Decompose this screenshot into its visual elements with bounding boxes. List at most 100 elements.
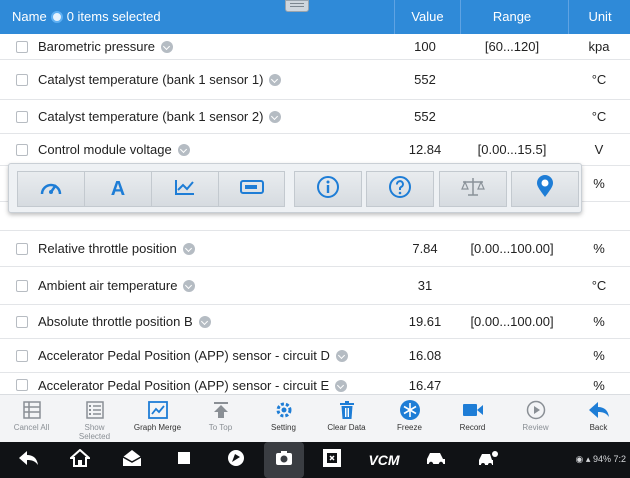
nav-home-button[interactable] <box>56 442 104 478</box>
digital-button[interactable] <box>218 171 285 207</box>
browser-icon <box>226 448 246 473</box>
table-row[interactable]: Control module voltage 12.84 [0.00...15.… <box>0 134 630 166</box>
home-icon <box>68 448 92 472</box>
chevron-down-icon[interactable] <box>177 143 190 156</box>
freeze-button[interactable]: Freeze <box>378 395 441 442</box>
clear-data-button[interactable]: Clear Data <box>315 395 378 442</box>
nav-browser-button[interactable] <box>212 442 260 478</box>
chevron-down-icon[interactable] <box>269 110 282 123</box>
trash-icon <box>338 399 356 421</box>
row-unit: % <box>593 378 605 393</box>
table-row[interactable]: Barometric pressure 100 [60...120] kpa <box>0 34 630 60</box>
table-row[interactable]: Catalyst temperature (bank 1 sensor 1) 5… <box>0 60 630 100</box>
selection-count: 0 items selected <box>66 9 161 24</box>
car-icon <box>424 449 448 472</box>
row-checkbox[interactable] <box>16 316 28 328</box>
row-range: [0.00...15.5] <box>477 142 547 157</box>
row-label: Accelerator Pedal Position (APP) sensor … <box>38 378 330 393</box>
cancel-all-button[interactable]: Cancel All <box>0 395 63 442</box>
row-checkbox[interactable] <box>16 379 28 391</box>
info-button[interactable] <box>294 171 362 207</box>
chevron-down-icon[interactable] <box>269 73 282 86</box>
bottom-toolbar: Cancel All Show Selected Graph Merge To … <box>0 394 630 442</box>
row-label: Ambient air temperature <box>38 278 178 293</box>
video-camera-icon <box>461 399 485 421</box>
row-range: [0.00...100.00] <box>470 314 554 329</box>
display-mode-popup: A <box>8 163 582 213</box>
row-range: [60...120] <box>484 39 540 54</box>
camera-icon <box>274 449 294 472</box>
setting-button[interactable]: Setting <box>252 395 315 442</box>
row-value: 552 <box>414 109 436 124</box>
unit-column-header: Unit <box>588 9 612 24</box>
row-unit: kpa <box>588 39 610 54</box>
row-unit: V <box>594 142 604 157</box>
show-selected-label: Show Selected <box>78 423 111 441</box>
to-top-button[interactable]: To Top <box>189 395 252 442</box>
row-value: 7.84 <box>412 241 438 256</box>
record-label: Record <box>459 423 486 432</box>
nav-camera-button[interactable] <box>264 442 304 478</box>
nav-car-button[interactable] <box>412 442 460 478</box>
select-all-radio[interactable] <box>50 10 63 23</box>
row-value: 31 <box>417 278 433 293</box>
row-checkbox[interactable] <box>16 144 28 156</box>
row-checkbox[interactable] <box>16 41 28 53</box>
record-button[interactable]: Record <box>441 395 504 442</box>
table-row[interactable]: Accelerator Pedal Position (APP) sensor … <box>0 339 630 373</box>
row-unit: % <box>593 348 605 363</box>
chevron-down-icon[interactable] <box>335 349 348 362</box>
table-row[interactable]: Relative throttle position 7.84 [0.00...… <box>0 231 630 267</box>
compare-button[interactable] <box>439 171 507 207</box>
nav-recent-button[interactable] <box>160 442 208 478</box>
review-button[interactable]: Review <box>504 395 567 442</box>
table-row[interactable]: Ambient air temperature 31 °C <box>0 267 630 305</box>
drag-handle-icon[interactable] <box>285 0 309 12</box>
status-bar: ◉ ▴ 94% 7:2 <box>576 454 626 465</box>
row-checkbox[interactable] <box>16 280 28 292</box>
graph-merge-button[interactable]: Graph Merge <box>126 395 189 442</box>
row-checkbox[interactable] <box>16 111 28 123</box>
text-a-icon: A <box>110 177 126 200</box>
back-button[interactable]: Back <box>567 395 630 442</box>
table-row[interactable]: Accelerator Pedal Position (APP) sensor … <box>0 373 630 394</box>
nav-mail-button[interactable] <box>108 442 156 478</box>
waveform-button[interactable] <box>151 171 218 207</box>
row-unit: % <box>593 314 605 329</box>
gauge-button[interactable] <box>17 171 84 207</box>
row-checkbox[interactable] <box>16 350 28 362</box>
locate-button[interactable] <box>511 171 579 207</box>
value-column-header: Value <box>411 9 444 24</box>
row-checkbox[interactable] <box>16 74 28 86</box>
table-row[interactable]: Catalyst temperature (bank 1 sensor 2) 5… <box>0 100 630 134</box>
table-row[interactable]: Absolute throttle position B 19.61 [0.00… <box>0 305 630 339</box>
row-label: Catalyst temperature (bank 1 sensor 2) <box>38 109 264 124</box>
range-column-header: Range <box>492 9 532 24</box>
nav-vcm-button[interactable]: VCM <box>360 442 408 478</box>
chevron-down-icon[interactable] <box>161 40 174 53</box>
row-unit: °C <box>591 72 607 87</box>
row-checkbox[interactable] <box>16 243 28 255</box>
table-row[interactable] <box>0 213 630 231</box>
chevron-down-icon[interactable] <box>183 279 196 292</box>
help-button[interactable] <box>366 171 434 207</box>
show-selected-button[interactable]: Show Selected <box>63 395 126 442</box>
chevron-down-icon[interactable] <box>335 379 348 392</box>
row-value: 100 <box>414 39 436 54</box>
snowflake-icon <box>399 399 421 421</box>
chevron-down-icon[interactable] <box>198 315 211 328</box>
clear-data-label: Clear Data <box>327 423 366 432</box>
digital-display-icon <box>239 177 265 202</box>
info-icon <box>316 175 340 204</box>
graph-merge-label: Graph Merge <box>133 423 182 432</box>
back-arrow-icon <box>17 449 39 472</box>
nav-back-button[interactable] <box>4 442 52 478</box>
nav-scan-button[interactable] <box>308 442 356 478</box>
envelope-home-icon <box>122 449 142 472</box>
location-pin-icon <box>534 174 556 204</box>
chevron-down-icon[interactable] <box>182 242 195 255</box>
nav-car-repair-button[interactable] <box>464 442 512 478</box>
text-mode-button[interactable]: A <box>84 171 151 207</box>
gauge-icon <box>39 177 63 202</box>
row-label: Catalyst temperature (bank 1 sensor 1) <box>38 72 264 87</box>
